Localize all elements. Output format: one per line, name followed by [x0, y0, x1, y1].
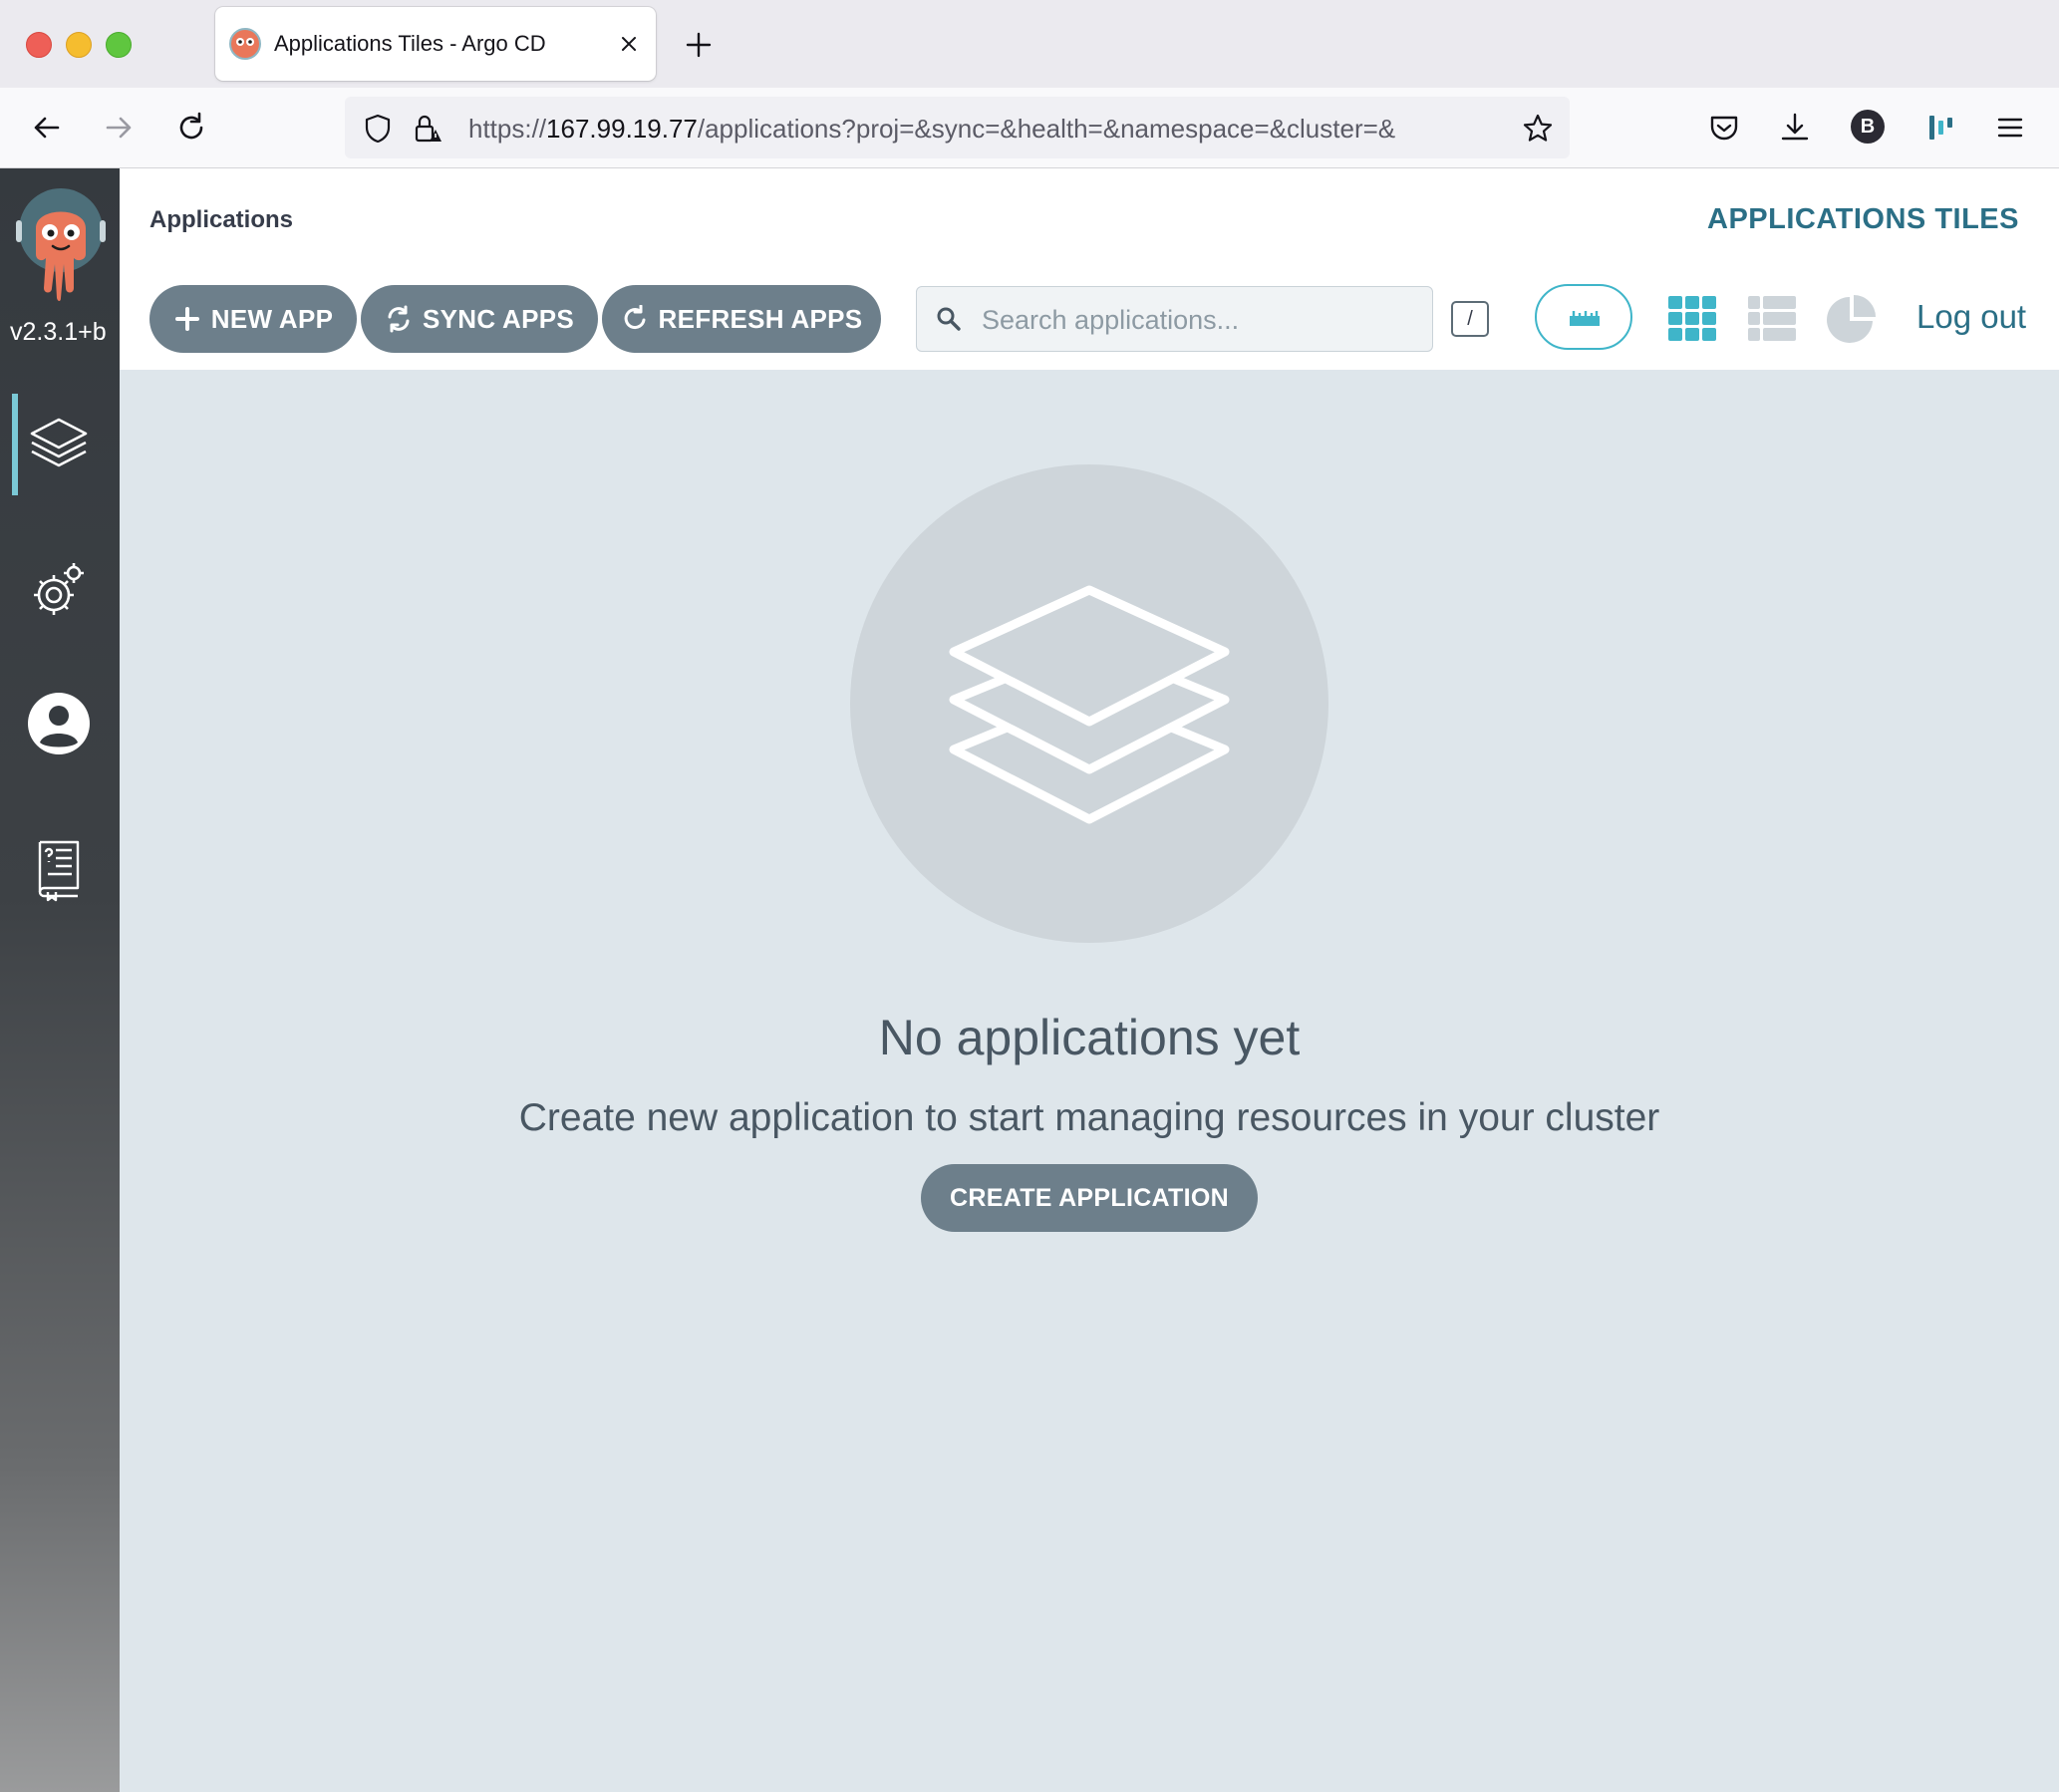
- tab-title: Applications Tiles - Argo CD: [274, 31, 546, 56]
- url-text: https://167.99.19.77/applications?proj=&…: [468, 114, 1505, 145]
- tiles-view-icon[interactable]: [1666, 294, 1718, 344]
- refresh-apps-label: REFRESH APPS: [658, 303, 863, 334]
- create-application-button[interactable]: CREATE APPLICATION: [921, 1164, 1258, 1232]
- menu-hamburger-icon[interactable]: [1991, 109, 2029, 147]
- argo-favicon-icon: [229, 28, 261, 60]
- gear-icon: [34, 563, 84, 615]
- empty-state-subtitle: Create new application to start managing…: [518, 1096, 1660, 1139]
- sidebar-item-documentation[interactable]: [26, 836, 92, 902]
- sidebar-item-user-info[interactable]: [26, 691, 92, 756]
- insecure-lock-icon[interactable]: [411, 112, 444, 146]
- minimize-window-button[interactable]: [66, 32, 92, 58]
- page-title: APPLICATIONS TILES: [1707, 203, 2019, 235]
- search-box[interactable]: /: [916, 286, 1489, 352]
- close-tab-icon[interactable]: [614, 29, 644, 59]
- breadcrumb[interactable]: Applications: [149, 206, 293, 234]
- new-app-label: NEW APP: [210, 303, 334, 334]
- empty-state-title: No applications yet: [878, 1010, 1301, 1065]
- filters-toggle-button[interactable]: [1535, 284, 1632, 350]
- logout-link[interactable]: Log out: [1916, 298, 2026, 336]
- url-scheme: https://: [468, 114, 547, 144]
- layers-icon: [30, 418, 88, 467]
- user-icon: [28, 693, 90, 754]
- version-label: v2.3.1+b: [10, 318, 107, 346]
- new-tab-icon[interactable]: [682, 28, 716, 62]
- empty-state-illustration: [850, 464, 1328, 943]
- shield-icon[interactable]: [361, 112, 395, 146]
- reload-icon[interactable]: [172, 109, 210, 147]
- ruler-icon: [1570, 311, 1600, 326]
- address-bar[interactable]: https://167.99.19.77/applications?proj=&…: [345, 97, 1570, 158]
- sidebar-item-settings[interactable]: [26, 557, 92, 623]
- page-header: Applications APPLICATIONS TILES: [120, 168, 2059, 268]
- refresh-apps-button[interactable]: REFRESH APPS: [602, 285, 881, 353]
- close-window-button[interactable]: [26, 32, 52, 58]
- refresh-icon: [624, 305, 646, 330]
- back-arrow-icon[interactable]: [28, 109, 66, 147]
- new-app-button[interactable]: NEW APP: [149, 285, 357, 353]
- argo-logo-icon[interactable]: [14, 188, 108, 304]
- sidebar: v2.3.1+b: [0, 168, 120, 1792]
- profile-avatar[interactable]: B: [1851, 110, 1885, 144]
- browser-titlebar: Applications Tiles - Argo CD: [0, 0, 2059, 88]
- layers-icon: [949, 585, 1230, 824]
- summary-view-icon[interactable]: [1826, 294, 1878, 344]
- sync-apps-label: SYNC APPS: [423, 303, 574, 334]
- extension-icon[interactable]: [1921, 109, 1959, 147]
- list-view-icon[interactable]: [1746, 294, 1798, 344]
- download-icon[interactable]: [1776, 109, 1814, 147]
- search-shortcut-hint: /: [1451, 301, 1489, 337]
- bookmark-star-icon[interactable]: [1521, 112, 1555, 146]
- forward-arrow-icon[interactable]: [100, 109, 138, 147]
- url-path: /applications?proj=&sync=&health=&namesp…: [697, 114, 1396, 144]
- sync-icon: [388, 305, 410, 333]
- browser-navbar: https://167.99.19.77/applications?proj=&…: [0, 88, 2059, 168]
- sidebar-active-indicator: [12, 394, 18, 495]
- sidebar-item-applications[interactable]: [26, 412, 92, 477]
- maximize-window-button[interactable]: [106, 32, 132, 58]
- toolbar: NEW APP SYNC APPS REFRESH APPS /: [120, 268, 2059, 371]
- docs-icon: [38, 840, 80, 902]
- url-host: 167.99.19.77: [546, 114, 698, 144]
- pocket-icon[interactable]: [1705, 109, 1743, 147]
- search-icon: [937, 307, 961, 331]
- sync-apps-button[interactable]: SYNC APPS: [361, 285, 598, 353]
- applications-empty-state: No applications yet Create new applicati…: [120, 371, 2059, 1792]
- search-input[interactable]: [980, 299, 1382, 341]
- plus-icon: [174, 307, 199, 331]
- browser-tab-active[interactable]: Applications Tiles - Argo CD: [215, 7, 656, 81]
